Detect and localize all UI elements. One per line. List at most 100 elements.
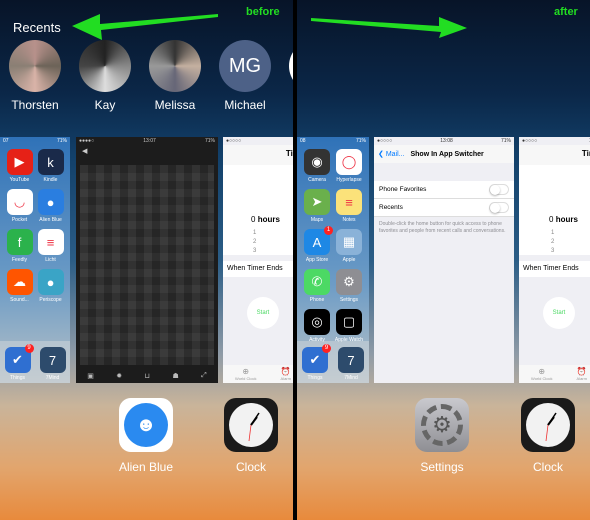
tab-label: World Clock [235, 376, 257, 381]
tab-alarm[interactable]: ⏰ Alarm [577, 367, 587, 383]
picker-option: 3 [551, 248, 555, 254]
when-timer-ends-row[interactable]: When Timer Ends [223, 261, 293, 277]
start-button[interactable]: Start [543, 297, 575, 329]
pocket-icon: ◡ [6, 189, 33, 215]
avatar: MG [219, 40, 271, 92]
dock: ✔ 9 Things 7 7Mind [0, 341, 70, 383]
back-button[interactable]: ❮ Mail... [378, 150, 404, 158]
app-sound-[interactable]: ☁ Sound... [4, 269, 35, 303]
settings-icon: ⚙ [336, 269, 362, 295]
clock-timer-card[interactable]: ●○○○○13: Tim 0 hours 123 When Timer Ends… [223, 137, 293, 383]
app-label: App Store [305, 257, 329, 263]
home-screen-card[interactable]: 08 71% ◉ Camera ◯ Hyperlapse ➤ Maps ≡ Notes A 1 App… [297, 137, 369, 383]
contact-name: Thorsten [11, 98, 59, 112]
app-apple[interactable]: ▦ Apple [333, 229, 365, 263]
expand-icon[interactable]: ⤢ [201, 372, 207, 380]
app-label: Sound... [10, 297, 29, 303]
hours-label: hours [555, 215, 578, 224]
notes-icon: ≡ [336, 189, 362, 215]
things-icon: ✔ 9 [302, 344, 331, 373]
gear-icon[interactable]: ✹ [116, 372, 122, 380]
app-label: 7Mind [45, 375, 60, 381]
app-label-settings[interactable]: ⚙ Settings [402, 398, 482, 474]
things-icon: ✔ 9 [4, 344, 34, 373]
contact-thorsten[interactable]: Thorsten [6, 40, 64, 112]
app-7mind[interactable]: 7 7Mind [333, 347, 369, 383]
when-timer-ends-row[interactable]: When Timer Ends [519, 261, 590, 277]
inbox-icon[interactable]: ⊔ [145, 372, 150, 380]
app-label: Notes [342, 217, 356, 223]
app-activity[interactable]: ◎ Activity [301, 309, 333, 343]
app-apple-watch[interactable]: ▢ Apple Watch [333, 309, 365, 343]
tab-world-clock[interactable]: ⊕ World Clock [531, 367, 553, 383]
nav-title: Show In App Switcher [410, 150, 484, 158]
picker-option: 2 [253, 239, 257, 245]
clock-timer-card[interactable]: ●○○○○13: Tim 0 hours 123 When Timer Ends… [519, 137, 590, 383]
alarm-icon: ⏰ [576, 367, 587, 376]
recents-toggle[interactable] [489, 202, 509, 213]
contact-kay[interactable]: Kay [76, 40, 134, 112]
app-label: Kindle [43, 177, 58, 183]
app-periscope[interactable]: ● Periscope [35, 269, 66, 303]
app-things[interactable]: ✔ 9 Things [297, 344, 333, 383]
apple-watch-icon: ▢ [336, 309, 362, 335]
app-maps[interactable]: ➤ Maps [301, 189, 333, 223]
app-label-clock[interactable]: Clock [508, 398, 588, 474]
contact-melissa[interactable]: Melissa [146, 40, 204, 112]
kindle-icon: k [37, 149, 64, 175]
sound--icon: ☁ [6, 269, 33, 295]
app-feedly[interactable]: f Feedly [4, 229, 35, 263]
contact-name: Kay [94, 98, 116, 112]
app-label: Hyperlapse [336, 177, 362, 183]
alien-blue-card[interactable]: ●●●●○ 13:07 71% ◀ ▣ ✹ ⊔ ☗ ⤢ [76, 137, 218, 383]
contact-name: HPR [286, 98, 293, 112]
start-button[interactable]: Start [247, 297, 279, 329]
alien-blue-icon: ● [37, 189, 64, 215]
avatar [79, 40, 131, 92]
tab-bar: ⊕ World Clock ⏰ Alarm [223, 365, 293, 383]
app-things[interactable]: ✔ 9 Things [0, 344, 35, 383]
picker-option: 3 [253, 248, 257, 254]
reddit-icon[interactable]: ☗ [172, 372, 178, 380]
app-pocket[interactable]: ◡ Pocket [4, 189, 35, 223]
globe-icon: ⊕ [538, 367, 546, 376]
hours-picker[interactable]: 0 hours 1 2 3 [519, 165, 590, 255]
contact-michael[interactable]: MG Michael [216, 40, 274, 112]
hours-label: hours [257, 215, 280, 224]
back-icon[interactable]: ◀ [76, 145, 218, 157]
app-label-clock[interactable]: Clock [211, 398, 291, 474]
app-notes[interactable]: ≡ Notes [333, 189, 365, 223]
contact-hpr[interactable]: 👤HPR [286, 40, 293, 112]
app-7mind[interactable]: 7 7Mind [35, 347, 70, 383]
settings-card[interactable]: ●○○○○ 13:08 71% ❮ Mail... Show In App Switc… [374, 137, 514, 383]
hours-picker[interactable]: 0 hours 1 2 3 [223, 165, 293, 255]
app-app-store[interactable]: A 1 App Store [301, 226, 333, 263]
app-alien-blue[interactable]: ● Alien Blue [35, 189, 66, 223]
recents-row: Recents [374, 199, 514, 217]
tab-label: Alarm [576, 376, 587, 381]
after-panel: after 08 71% ◉ Camera ◯ Hyperlapse ➤ Maps ≡ Note… [297, 0, 590, 520]
app-hyperlapse[interactable]: ◯ Hyperlapse [333, 149, 365, 183]
app-settings[interactable]: ⚙ Settings [333, 269, 365, 303]
app-phone[interactable]: ✆ Phone [301, 269, 333, 303]
app-label: Feedly [11, 257, 27, 263]
camera-icon: ◉ [304, 149, 330, 175]
tab-alarm[interactable]: ⏰ Alarm [281, 367, 291, 383]
app-camera[interactable]: ◉ Camera [301, 149, 333, 183]
after-label: after [554, 6, 578, 18]
avatar [9, 40, 61, 92]
app-youtube[interactable]: ▶ YouTube [4, 149, 35, 183]
phone-favorites-toggle[interactable] [489, 184, 509, 195]
app-name: Settings [420, 460, 464, 474]
phone-favorites-row: Phone Favorites [374, 181, 514, 199]
app-label: Camera [308, 177, 326, 183]
tab-world-clock[interactable]: ⊕ World Clock [235, 367, 257, 383]
maps-icon: ➤ [304, 189, 330, 215]
alarm-icon: ⏰ [280, 367, 291, 376]
app-label-alien-blue[interactable]: ☻ Alien Blue [106, 398, 186, 474]
app-label: YouTube [9, 177, 30, 183]
app-licht[interactable]: ≡ Licht [35, 229, 66, 263]
app-kindle[interactable]: k Kindle [35, 149, 66, 183]
image-icon[interactable]: ▣ [87, 372, 94, 380]
home-screen-card[interactable]: 07 71% ▶ YouTube k Kindle ◡ Pocket ● Alien Blue f… [0, 137, 70, 383]
